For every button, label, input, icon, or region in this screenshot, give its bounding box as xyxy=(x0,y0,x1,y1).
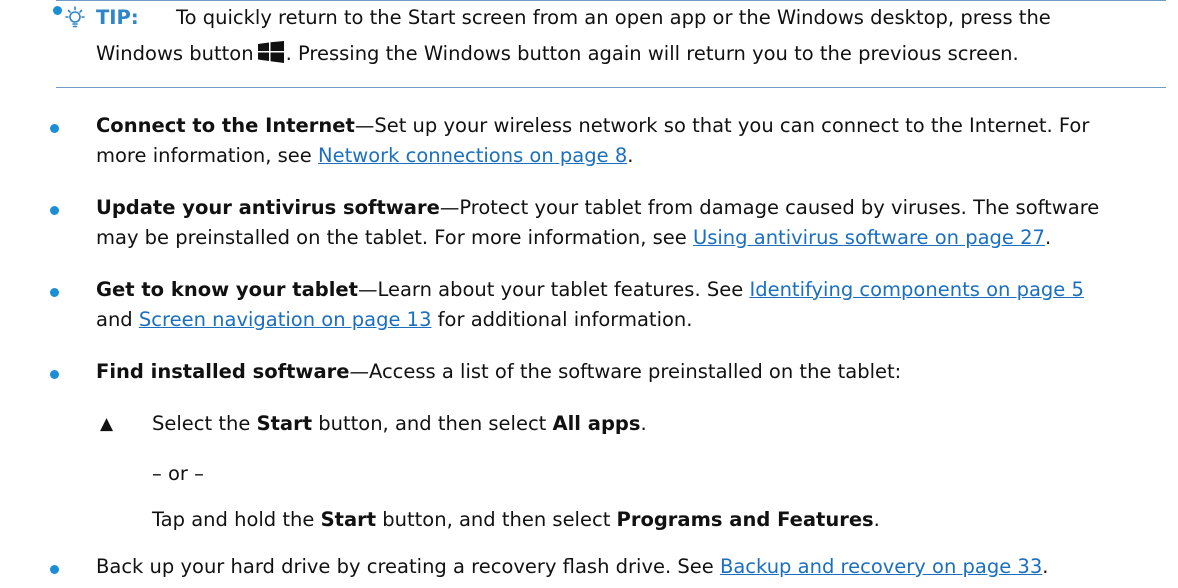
lightbulb-icon xyxy=(65,6,85,28)
list-item-text-line2: may be preinstalled on the tablet. For m… xyxy=(96,226,1051,249)
item-text: and xyxy=(96,308,139,331)
item-heading: Connect to the Internet xyxy=(96,114,355,137)
step-text: Select the Start button, and then select… xyxy=(152,412,647,435)
step-segment: button, and then select xyxy=(376,508,617,531)
list-item-text: Connect to the Internet—Set up your wire… xyxy=(96,114,1089,137)
antivirus-software-link[interactable]: Using antivirus software on page 27 xyxy=(693,226,1045,249)
item-text: more information, see xyxy=(96,144,319,167)
list-item-text-line2: more information, see Network connection… xyxy=(96,144,633,167)
start-label: Start xyxy=(320,508,377,531)
screen-navigation-link[interactable]: Screen navigation on page 13 xyxy=(139,308,432,331)
item-text: . xyxy=(1042,555,1049,578)
all-apps-label: All apps xyxy=(552,412,641,435)
item-text: —Set up your wireless network so that yo… xyxy=(354,114,1090,137)
document-page: TIP: To quickly return to the Start scre… xyxy=(0,0,1178,588)
tip-text: To quickly return to the Start screen fr… xyxy=(176,6,1051,29)
list-bullet xyxy=(50,124,59,133)
list-item-text-line2: and Screen navigation on page 13 for add… xyxy=(96,308,692,331)
list-bullet xyxy=(50,288,59,297)
tip-text-segment: . Pressing the Windows button again will… xyxy=(285,42,1019,65)
item-text: —Access a list of the software preinstal… xyxy=(349,360,902,383)
step-text: Tap and hold the Start button, and then … xyxy=(152,508,880,531)
tip-text-segment: Windows button xyxy=(96,42,254,65)
list-item-text: Back up your hard drive by creating a re… xyxy=(96,555,1048,578)
list-bullet xyxy=(53,6,62,15)
step-segment: Tap and hold the xyxy=(152,508,321,531)
item-text: . xyxy=(1044,226,1052,249)
list-bullet xyxy=(50,206,59,215)
list-bullet xyxy=(50,565,59,574)
step-triangle-icon: ▲ xyxy=(100,414,114,434)
step-segment: button, and then select xyxy=(312,412,553,435)
item-text: . xyxy=(627,144,634,167)
item-text: —Learn about your tablet features. See xyxy=(357,278,750,301)
windows-logo-icon xyxy=(257,41,284,63)
tip-text-line2: Windows button . Pressing the Windows but… xyxy=(96,41,1019,65)
item-text: Back up your hard drive by creating a re… xyxy=(96,555,720,578)
step-segment: . xyxy=(873,508,880,531)
list-item-text: Find installed software—Access a list of… xyxy=(96,360,901,383)
item-heading: Update your antivirus software xyxy=(96,196,440,219)
programs-features-label: Programs and Features xyxy=(616,508,874,531)
item-text: for additional information. xyxy=(431,308,693,331)
item-heading: Find installed software xyxy=(96,360,350,383)
item-text: —Protect your tablet from damage caused … xyxy=(439,196,1100,219)
list-bullet xyxy=(50,370,59,379)
or-separator: – or – xyxy=(152,462,204,485)
tip-label: TIP: xyxy=(96,6,139,29)
item-heading: Get to know your tablet xyxy=(96,278,358,301)
backup-recovery-link[interactable]: Backup and recovery on page 33 xyxy=(720,555,1042,578)
start-label: Start xyxy=(256,412,313,435)
step-segment: . xyxy=(640,412,647,435)
tip-box: TIP: To quickly return to the Start scre… xyxy=(53,0,1166,88)
step-segment: Select the xyxy=(152,412,257,435)
network-connections-link[interactable]: Network connections on page 8 xyxy=(318,144,627,167)
list-item-text: Get to know your tablet—Learn about your… xyxy=(96,278,1084,301)
item-text: may be preinstalled on the tablet. For m… xyxy=(96,226,693,249)
identifying-components-link[interactable]: Identifying components on page 5 xyxy=(749,278,1083,301)
list-item-text: Update your antivirus software—Protect y… xyxy=(96,196,1099,219)
